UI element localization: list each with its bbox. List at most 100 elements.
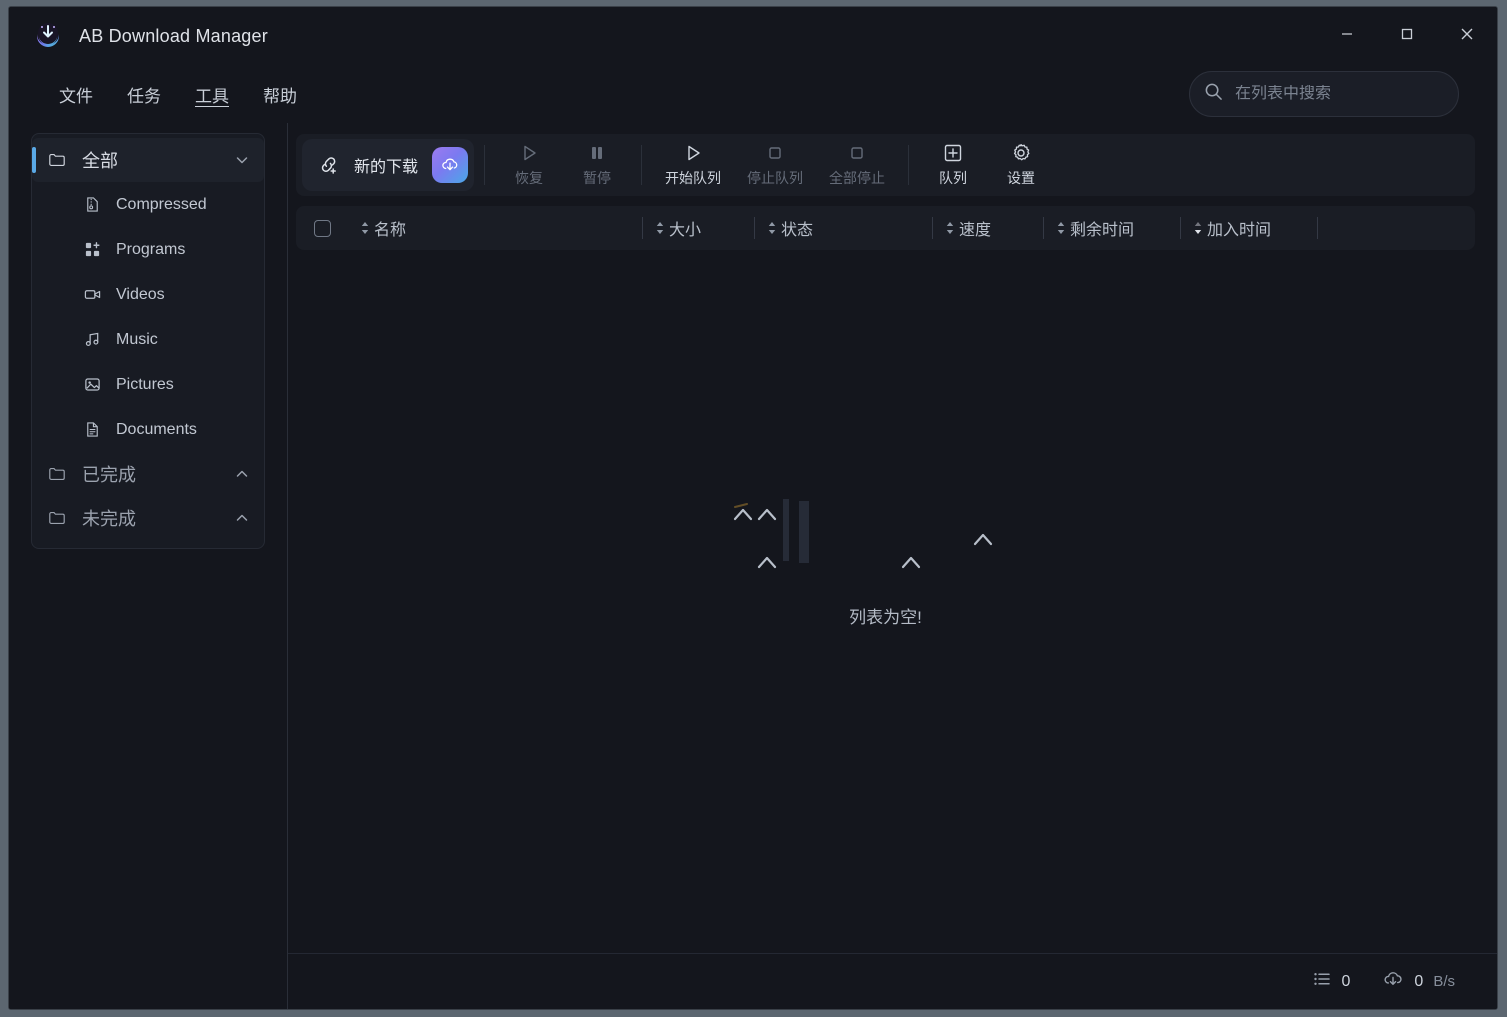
column-header-label: 名称 [374, 216, 406, 240]
search-box[interactable] [1189, 71, 1459, 117]
menu-item-help[interactable]: 帮助 [261, 78, 299, 111]
main-area: 新的下载 恢复 [288, 123, 1497, 1009]
menu-item-tools[interactable]: 工具 [193, 78, 231, 111]
sidebar-item-documents[interactable]: Documents [32, 407, 264, 452]
menu-bar: 文件 任务 工具 帮助 [9, 65, 1497, 123]
body: 全部 Compressed Programs [9, 123, 1497, 1009]
sidebar-card: 全部 Compressed Programs [31, 133, 265, 549]
empty-state-illustration [721, 495, 1051, 585]
music-note-icon [84, 331, 102, 348]
toolbar: 新的下载 恢复 [296, 134, 1475, 196]
chevron-down-icon[interactable] [234, 152, 250, 168]
sidebar-item-label: Documents [116, 421, 197, 439]
sidebar-group-all-label: 全部 [82, 147, 234, 173]
download-speed-unit: B/s [1433, 973, 1455, 990]
close-button[interactable] [1437, 7, 1497, 65]
download-list[interactable]: 列表为空! [296, 250, 1475, 953]
pause-button[interactable]: 暂停 [563, 138, 631, 192]
maximize-icon [1400, 27, 1414, 46]
archive-file-icon [84, 196, 102, 213]
column-header-remaining-time[interactable]: 剩余时间 [1044, 216, 1180, 240]
cloud-download-icon [1382, 968, 1404, 995]
maximize-button[interactable] [1377, 7, 1437, 65]
column-header-label: 剩余时间 [1070, 216, 1134, 240]
sort-arrows-icon [945, 220, 955, 236]
stop-all-button[interactable]: 全部停止 [816, 138, 898, 192]
resume-label: 恢复 [515, 168, 543, 188]
sidebar-item-compressed[interactable]: Compressed [32, 182, 264, 227]
column-header-label: 速度 [959, 216, 991, 240]
column-header-size[interactable]: 大小 [643, 216, 754, 240]
toolbar-divider [908, 145, 909, 185]
apps-add-icon [84, 241, 102, 258]
menu-item-tasks[interactable]: 任务 [125, 78, 163, 111]
queue-button[interactable]: 队列 [919, 138, 987, 192]
column-header-speed[interactable]: 速度 [933, 216, 1043, 240]
download-count: 0 [1342, 973, 1351, 991]
select-all-checkbox[interactable] [296, 220, 348, 237]
new-download-label: 新的下载 [354, 153, 418, 177]
settings-label: 设置 [1007, 168, 1035, 188]
sidebar-item-label: Music [116, 331, 158, 349]
table-header: 名称 大小 状态 [296, 206, 1475, 250]
sort-arrows-icon [767, 220, 777, 236]
app-download-logo-icon [33, 21, 63, 51]
minimize-icon [1340, 27, 1354, 46]
document-icon [84, 421, 102, 438]
list-icon [1312, 969, 1332, 994]
column-header-status[interactable]: 状态 [755, 216, 932, 240]
start-queue-label: 开始队列 [665, 168, 721, 188]
status-count-group: 0 [1312, 969, 1351, 994]
empty-state-message: 列表为空! [849, 603, 922, 628]
sidebar-item-videos[interactable]: Videos [32, 272, 264, 317]
resume-button[interactable]: 恢复 [495, 138, 563, 192]
sidebar-group-all[interactable]: 全部 [32, 138, 264, 182]
folder-icon [48, 151, 68, 169]
sidebar-item-pictures[interactable]: Pictures [32, 362, 264, 407]
close-icon [1459, 26, 1475, 47]
status-speed-group: 0 B/s [1382, 968, 1455, 995]
sidebar-item-label: Pictures [116, 376, 174, 394]
stop-queue-button[interactable]: 停止队列 [734, 138, 816, 192]
sidebar-item-label: Programs [116, 241, 185, 259]
sidebar-item-music[interactable]: Music [32, 317, 264, 362]
gear-icon [1010, 142, 1032, 164]
sort-arrows-icon [360, 220, 370, 236]
sidebar-item-programs[interactable]: Programs [32, 227, 264, 272]
search-icon [1204, 82, 1223, 106]
chevron-up-icon[interactable] [234, 466, 250, 482]
new-download-button[interactable]: 新的下载 [302, 139, 474, 191]
sidebar-item-label: Compressed [116, 196, 207, 214]
status-bar: 0 0 B/s [288, 953, 1497, 1009]
active-accent-bar [32, 147, 36, 173]
column-header-label: 状态 [781, 216, 813, 240]
sort-arrows-icon [655, 220, 665, 236]
column-header-added-time[interactable]: 加入时间 [1181, 216, 1317, 240]
folder-icon [48, 509, 68, 527]
sidebar-group-unfinished[interactable]: 未完成 [32, 496, 264, 540]
sort-arrows-icon [1056, 220, 1066, 236]
pause-icon [587, 142, 607, 164]
column-divider [1317, 217, 1318, 239]
search-input[interactable] [1235, 85, 1444, 103]
settings-button[interactable]: 设置 [987, 138, 1055, 192]
start-queue-button[interactable]: 开始队列 [652, 138, 734, 192]
link-add-icon [318, 154, 340, 176]
column-header-name[interactable]: 名称 [348, 216, 642, 240]
folder-icon [48, 465, 68, 483]
sidebar-group-completed[interactable]: 已完成 [32, 452, 264, 496]
sidebar-item-label: Videos [116, 286, 165, 304]
stop-square-icon [847, 142, 867, 164]
sidebar-group-unfinished-label: 未完成 [82, 505, 234, 531]
minimize-button[interactable] [1317, 7, 1377, 65]
column-header-label: 大小 [669, 216, 701, 240]
checkbox-icon [314, 220, 331, 237]
play-icon [683, 142, 703, 164]
image-icon [84, 376, 102, 393]
video-camera-icon [84, 286, 102, 303]
stop-all-label: 全部停止 [829, 168, 885, 188]
menu-item-file[interactable]: 文件 [57, 78, 95, 111]
chevron-up-icon[interactable] [234, 510, 250, 526]
cloud-download-icon[interactable] [432, 147, 468, 183]
app-window: AB Download Manager 文件 任务 工具 帮助 [8, 6, 1498, 1010]
